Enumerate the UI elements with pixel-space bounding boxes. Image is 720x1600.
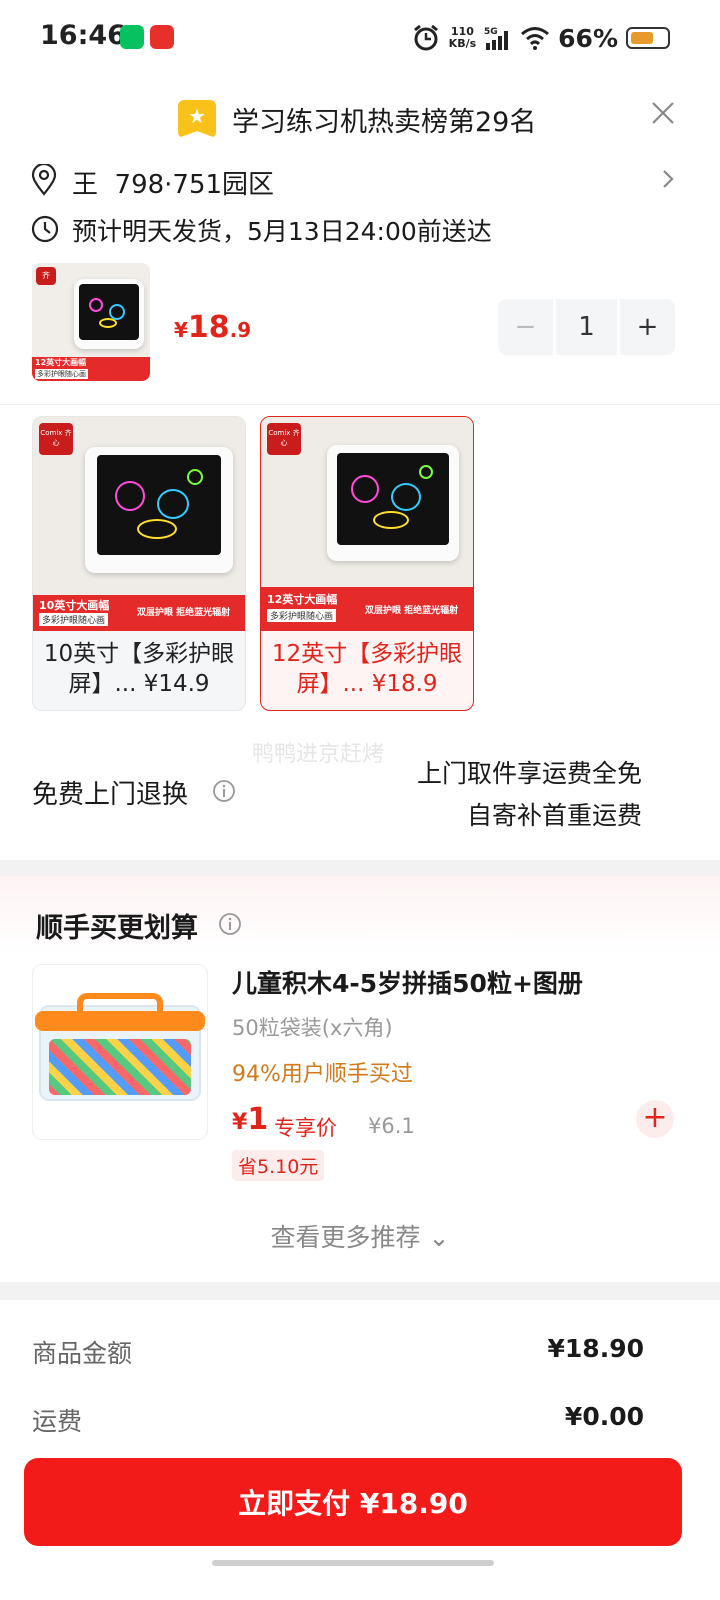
plus-icon[interactable]: + xyxy=(620,299,675,355)
info-icon[interactable] xyxy=(212,779,236,803)
address-text: 王 798·751园区 xyxy=(72,170,275,200)
delivery-row: 预计明天发货，5月13日24:00前送达 xyxy=(30,208,690,252)
watermark: 鸭鸭进京赶烤 xyxy=(252,742,385,767)
address-row[interactable]: 王 798·751园区 xyxy=(30,160,690,204)
variant-banner-right: 双层护眼 拒绝蓝光辐射 xyxy=(365,606,459,616)
recommendation-section: 顺手买更划算 儿童积木4-5岁拼插50粒+图册 50粒袋装(x六角) 94%用户… xyxy=(0,876,720,1280)
minus-icon[interactable]: − xyxy=(498,299,553,355)
variant-option-10inch[interactable]: Comix 齐心 10英寸大画幅 多彩护眼随心画 双层护眼 拒绝蓝光辐射 10英… xyxy=(32,416,246,711)
battery-percent: 66% xyxy=(558,23,618,53)
recommendation-original-price: ¥6.1 xyxy=(368,1114,415,1138)
see-more-recommendations[interactable]: 查看更多推荐 ⌄ xyxy=(0,1218,720,1254)
network-type: 5G xyxy=(484,27,498,37)
recommendation-price: ¥1 xyxy=(232,1102,269,1137)
tablet-image xyxy=(327,445,459,561)
variant-image: Comix 齐心 12英寸大画幅 多彩护眼随心画 双层护眼 拒绝蓝光辐射 xyxy=(261,417,473,631)
returns-title: 免费上门退换 xyxy=(32,780,189,810)
variant-banner-title: 12英寸大画幅 xyxy=(267,593,338,606)
recommendation-product-spec: 50粒袋装(x六角) xyxy=(232,1016,393,1040)
recommendation-product-name[interactable]: 儿童积木4-5岁拼插50粒+图册 xyxy=(232,964,583,1000)
selected-product-thumbnail[interactable]: 齐 12英寸大画幅 多彩护眼随心画 xyxy=(32,263,150,381)
bottom-bar: 立即支付 ¥18.90 xyxy=(0,1440,720,1600)
header: ★ 学习练习机热卖榜第29名 xyxy=(0,92,720,148)
shipping-row: 运费 ¥0.00 xyxy=(32,1402,644,1442)
toy-blocks xyxy=(49,1039,191,1095)
pay-now-button[interactable]: 立即支付 ¥18.90 xyxy=(24,1458,682,1546)
tablet-image xyxy=(85,447,233,573)
variant-banner-title: 10英寸大画幅 xyxy=(39,599,110,612)
location-pin-icon xyxy=(31,164,57,196)
brand-logo: 齐 xyxy=(36,267,56,285)
delivery-text: 预计明天发货，5月13日24:00前送达 xyxy=(72,217,492,246)
quantity-value[interactable]: 1 xyxy=(556,299,617,355)
net-speed: 110 KB/s xyxy=(448,25,477,50)
recommendation-saving-badge: 省5.10元 xyxy=(232,1150,325,1181)
brand-logo: Comix 齐心 xyxy=(267,423,301,455)
status-time: 16:46 xyxy=(40,20,126,51)
variant-option-12inch[interactable]: Comix 齐心 12英寸大画幅 多彩护眼随心画 双层护眼 拒绝蓝光辐射 12英… xyxy=(260,416,474,711)
section-separator xyxy=(0,1282,720,1300)
variant-banner-right: 双层护眼 拒绝蓝光辐射 xyxy=(137,608,231,618)
selected-price: ¥18.9 xyxy=(174,310,252,345)
recommendation-product-tag: 94%用户顺手买过 xyxy=(232,1062,413,1087)
app-notification-icon xyxy=(150,25,174,49)
variant-label: 10英寸【多彩护眼屏】... ¥14.9 xyxy=(43,641,235,697)
returns-pickup-text: 上门取件享运费全免 xyxy=(416,759,642,788)
variant-image: Comix 齐心 10英寸大画幅 多彩护眼随心画 双层护眼 拒绝蓝光辐射 xyxy=(33,417,245,631)
status-bar: 16:46 110 KB/s 5G 66% xyxy=(0,0,720,76)
close-icon[interactable] xyxy=(648,98,678,128)
info-icon[interactable] xyxy=(218,912,242,936)
quantity-stepper: − 1 + xyxy=(498,299,675,355)
recommendation-title: 顺手买更划算 xyxy=(36,913,198,944)
wechat-notification-icon xyxy=(120,25,144,49)
home-indicator[interactable] xyxy=(212,1560,494,1566)
status-indicators: 110 KB/s 5G 66% xyxy=(411,22,670,54)
brand-logo: Comix 齐心 xyxy=(39,423,73,455)
section-separator xyxy=(0,860,720,876)
clock-icon xyxy=(31,215,59,243)
recommendation-product-image[interactable] xyxy=(32,964,208,1140)
tablet-image xyxy=(74,279,144,349)
chevron-right-icon xyxy=(663,170,674,188)
rank-title[interactable]: 学习练习机热卖榜第29名 xyxy=(232,100,536,139)
toy-box-lid xyxy=(35,1011,205,1031)
shipping-value: ¥0.00 xyxy=(564,1402,644,1431)
goods-amount-row: 商品金额 ¥18.90 xyxy=(32,1334,644,1374)
goods-amount-value: ¥18.90 xyxy=(547,1334,644,1363)
divider xyxy=(0,404,720,405)
thumb-banner-sub: 多彩护眼随心画 xyxy=(35,369,88,379)
variant-banner-sub: 多彩护眼随心画 xyxy=(39,613,109,626)
variant-banner-sub: 多彩护眼随心画 xyxy=(267,609,337,622)
goods-amount-label: 商品金额 xyxy=(32,1339,133,1368)
signal-icon: 5G xyxy=(484,27,509,50)
alarm-icon xyxy=(413,24,438,51)
shipping-label: 运费 xyxy=(32,1407,83,1436)
thumb-banner-title: 12英寸大画幅 xyxy=(35,358,87,367)
variant-label: 12英寸【多彩护眼屏】... ¥18.9 xyxy=(271,641,463,697)
add-to-order-button[interactable]: + xyxy=(636,1100,674,1138)
recommendation-price-label: 专享价 xyxy=(274,1116,337,1140)
wifi-icon xyxy=(521,27,550,50)
returns-self-ship-text: 自寄补首重运费 xyxy=(466,801,642,830)
star-badge-icon: ★ xyxy=(178,100,216,138)
battery-icon xyxy=(626,27,670,49)
